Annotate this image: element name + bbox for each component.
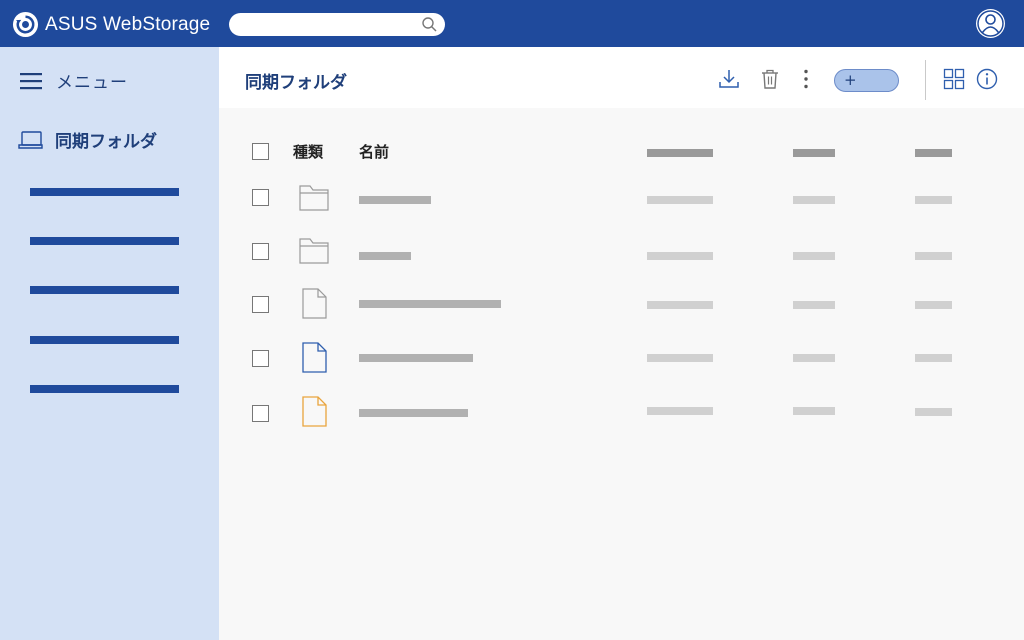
file-icon (296, 288, 332, 320)
sidebar-item[interactable] (30, 286, 179, 294)
search-box[interactable] (229, 13, 445, 36)
content-header: 同期フォルダ + (219, 47, 1024, 108)
file-name[interactable] (359, 409, 468, 417)
folder-icon (296, 182, 332, 214)
folder-icon (296, 235, 332, 267)
row-cell-placeholder (647, 407, 713, 415)
row-cell-placeholder (647, 354, 713, 362)
user-icon[interactable] (975, 8, 1006, 39)
row-checkbox[interactable] (252, 243, 269, 260)
row-cell-placeholder (647, 301, 713, 309)
info-icon[interactable] (976, 68, 998, 90)
top-bar: ASUS WebStorage (0, 0, 1024, 47)
menu-toggle[interactable]: メニュー (20, 68, 128, 93)
row-cell-placeholder (915, 196, 952, 204)
laptop-icon (18, 129, 43, 151)
row-checkbox[interactable] (252, 350, 269, 367)
column-header-placeholder[interactable] (915, 149, 952, 157)
toolbar-divider (925, 60, 926, 100)
more-vertical-icon[interactable] (795, 68, 817, 90)
row-cell-placeholder (793, 252, 835, 260)
file-name[interactable] (359, 252, 411, 260)
row-cell-placeholder (915, 301, 952, 309)
grid-view-icon[interactable] (943, 68, 965, 90)
download-icon[interactable] (718, 68, 740, 90)
row-checkbox[interactable] (252, 296, 269, 313)
file-name[interactable] (359, 196, 431, 204)
new-button-label: + (844, 71, 857, 89)
hamburger-icon[interactable] (20, 71, 42, 91)
column-header-type[interactable]: 種類 (293, 141, 323, 162)
sidebar-item[interactable] (30, 188, 179, 196)
trash-icon[interactable] (759, 68, 781, 90)
brand-name: ASUS WebStorage (45, 13, 211, 35)
file-name[interactable] (359, 300, 501, 308)
row-cell-placeholder (915, 408, 952, 416)
row-cell-placeholder (793, 196, 835, 204)
sync-logo-icon (12, 11, 39, 38)
row-cell-placeholder (793, 407, 835, 415)
row-checkbox[interactable] (252, 405, 269, 422)
file-orange-icon (296, 396, 332, 428)
row-checkbox[interactable] (252, 189, 269, 206)
sidebar: メニュー 同期フォルダ (0, 47, 219, 640)
row-cell-placeholder (915, 354, 952, 362)
file-name[interactable] (359, 354, 473, 362)
page-title: 同期フォルダ (245, 73, 347, 93)
sidebar-item[interactable] (30, 336, 179, 344)
brand-logo[interactable]: ASUS WebStorage (12, 11, 210, 38)
menu-label: メニュー (56, 73, 128, 93)
sidebar-item-sync-folder[interactable]: 同期フォルダ (18, 127, 157, 152)
row-cell-placeholder (793, 354, 835, 362)
row-cell-placeholder (647, 252, 713, 260)
row-cell-placeholder (793, 301, 835, 309)
row-cell-placeholder (915, 252, 952, 260)
column-header-placeholder[interactable] (647, 149, 713, 157)
column-header-placeholder[interactable] (793, 149, 835, 157)
select-all-checkbox[interactable] (252, 143, 269, 160)
column-header-name[interactable]: 名前 (359, 141, 389, 162)
sidebar-item-sync-folder-label: 同期フォルダ (55, 132, 157, 152)
search-icon[interactable] (421, 16, 438, 33)
row-cell-placeholder (647, 196, 713, 204)
search-input[interactable] (241, 15, 421, 34)
sidebar-item[interactable] (30, 385, 179, 393)
new-button[interactable]: + (834, 69, 899, 92)
sidebar-item[interactable] (30, 237, 179, 245)
file-blue-icon (296, 342, 332, 374)
